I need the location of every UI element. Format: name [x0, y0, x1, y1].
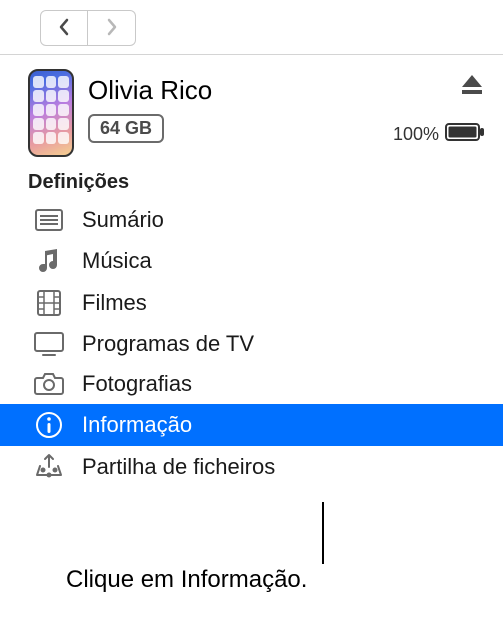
sidebar-item-label: Música: [82, 248, 152, 274]
sidebar-item-label: Fotografias: [82, 371, 192, 397]
device-header: Olivia Rico 64 GB 100%: [0, 55, 503, 169]
chevron-right-icon: [105, 17, 119, 40]
section-title: Definições: [0, 169, 503, 200]
eject-icon[interactable]: [459, 73, 485, 102]
device-info: Olivia Rico 64 GB: [88, 69, 379, 143]
device-right: 100%: [393, 69, 485, 147]
sidebar-item-label: Filmes: [82, 290, 147, 316]
tv-icon: [32, 331, 66, 357]
storage-badge: 64 GB: [88, 114, 164, 143]
sidebar-item-music[interactable]: Música: [0, 240, 503, 282]
back-button[interactable]: [40, 10, 88, 46]
music-note-icon: [32, 247, 66, 275]
sidebar-item-tv[interactable]: Programas de TV: [0, 324, 503, 364]
camera-icon: [32, 372, 66, 396]
battery-icon: [445, 122, 485, 147]
battery-indicator: 100%: [393, 122, 485, 147]
chevron-left-icon: [57, 17, 71, 40]
film-icon: [32, 289, 66, 317]
sidebar-list: Sumário Música Filmes: [0, 200, 503, 488]
list-icon: [32, 208, 66, 232]
device-thumbnail[interactable]: [28, 69, 74, 157]
callout-text: Clique em Informação.: [66, 566, 307, 594]
sidebar-item-info[interactable]: Informação: [0, 404, 503, 446]
callout-line: [322, 502, 324, 564]
info-icon: [32, 411, 66, 439]
battery-percentage: 100%: [393, 124, 439, 145]
toolbar: [0, 0, 503, 54]
sidebar-item-filesharing[interactable]: Partilha de ficheiros: [0, 446, 503, 488]
sidebar-item-photos[interactable]: Fotografias: [0, 364, 503, 404]
sidebar-item-summary[interactable]: Sumário: [0, 200, 503, 240]
sidebar-item-label: Partilha de ficheiros: [82, 454, 275, 480]
sidebar-item-label: Informação: [82, 412, 192, 438]
sidebar-item-label: Sumário: [82, 207, 164, 233]
sidebar-item-label: Programas de TV: [82, 331, 254, 357]
apps-icon: [32, 453, 66, 481]
device-name: Olivia Rico: [88, 75, 379, 106]
forward-button[interactable]: [88, 10, 136, 46]
sidebar-item-movies[interactable]: Filmes: [0, 282, 503, 324]
